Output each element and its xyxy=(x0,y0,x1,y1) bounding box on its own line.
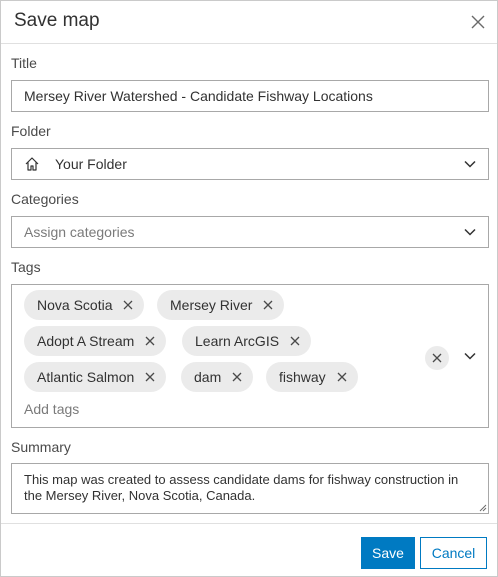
tag-chip-label: Nova Scotia xyxy=(37,297,113,313)
folder-value: Your Folder xyxy=(55,156,127,172)
remove-tag-icon[interactable] xyxy=(231,371,243,383)
tag-chip: fishway xyxy=(266,362,358,392)
chevron-down-icon[interactable] xyxy=(463,349,477,363)
categories-label: Categories xyxy=(11,191,79,207)
folder-label: Folder xyxy=(11,123,51,139)
tag-chip: dam xyxy=(181,362,254,392)
tag-chip-label: Mersey River xyxy=(170,297,253,313)
save-button[interactable]: Save xyxy=(361,537,415,569)
add-tags-placeholder[interactable]: Add tags xyxy=(24,401,79,417)
remove-tag-icon[interactable] xyxy=(122,299,134,311)
chevron-down-icon xyxy=(463,157,477,171)
tag-chip-label: Adopt A Stream xyxy=(37,333,135,349)
close-button[interactable] xyxy=(467,11,489,33)
cancel-button[interactable]: Cancel xyxy=(420,537,487,569)
chevron-down-icon xyxy=(463,225,477,239)
save-map-dialog: Save map Title Mersey River Watershed - … xyxy=(0,0,498,577)
dialog-title: Save map xyxy=(14,10,100,31)
clear-tags-button[interactable] xyxy=(425,346,449,370)
summary-textarea[interactable]: This map was created to assess candidate… xyxy=(11,463,489,514)
tag-chip-label: Learn ArcGIS xyxy=(195,333,280,349)
remove-tag-icon[interactable] xyxy=(262,299,274,311)
tag-chip-label: fishway xyxy=(279,369,326,385)
resize-grip-icon[interactable] xyxy=(479,504,487,512)
tag-chip: Adopt A Stream xyxy=(24,326,167,356)
title-input[interactable]: Mersey River Watershed - Candidate Fishw… xyxy=(11,80,489,112)
tag-chip: Mersey River xyxy=(157,290,285,320)
tag-chip: Nova Scotia xyxy=(24,290,145,320)
tag-chip-label: dam xyxy=(194,369,222,385)
categories-select[interactable]: Assign categories xyxy=(11,216,489,248)
title-label: Title xyxy=(11,55,37,71)
categories-placeholder: Assign categories xyxy=(24,224,135,240)
close-icon xyxy=(432,353,442,363)
tag-chip-label: Atlantic Salmon xyxy=(37,369,135,385)
folder-select[interactable]: Your Folder xyxy=(11,148,489,180)
summary-label: Summary xyxy=(11,439,71,455)
dialog-header: Save map xyxy=(1,1,497,44)
remove-tag-icon[interactable] xyxy=(144,335,156,347)
home-icon xyxy=(25,157,39,171)
title-input-value: Mersey River Watershed - Candidate Fishw… xyxy=(24,88,373,104)
tags-label: Tags xyxy=(11,259,41,275)
close-icon xyxy=(471,15,485,29)
tag-chip: Atlantic Salmon xyxy=(24,362,167,392)
remove-tag-icon[interactable] xyxy=(289,335,301,347)
tag-chip: Learn ArcGIS xyxy=(182,326,312,356)
remove-tag-icon[interactable] xyxy=(144,371,156,383)
remove-tag-icon[interactable] xyxy=(336,371,348,383)
